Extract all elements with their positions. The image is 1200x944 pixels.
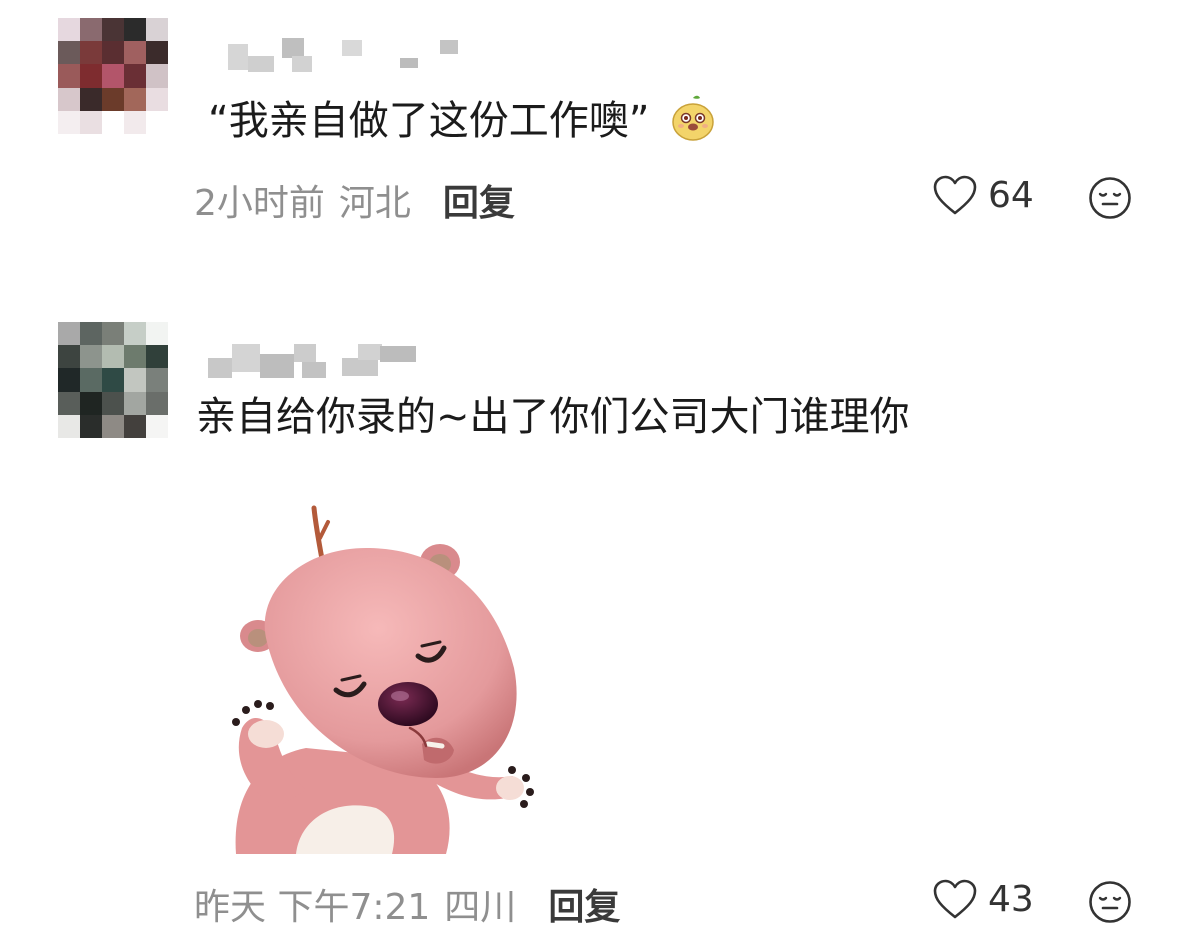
meh-face-icon[interactable] <box>1088 880 1132 924</box>
like-button[interactable]: 64 <box>932 174 1034 216</box>
avatar-pixel <box>124 18 146 42</box>
avatar-pixel <box>102 368 124 392</box>
avatar-pixel <box>146 391 168 415</box>
username-blurred[interactable] <box>208 34 468 74</box>
comment-location: 四川 <box>444 887 517 928</box>
pink-beaver-sticker-icon <box>232 505 534 854</box>
avatar-pixel <box>146 414 168 438</box>
yellow-pear-face-emoji-icon <box>672 95 715 141</box>
avatar-pixel <box>146 110 168 134</box>
meh-face-icon[interactable] <box>1088 176 1132 220</box>
avatar-pixel <box>58 322 80 346</box>
comment-location: 河北 <box>338 183 411 224</box>
avatar-pixel <box>58 87 80 111</box>
avatar-pixel <box>80 87 102 111</box>
comment-text: 亲自给你录的~出了你们公司大门谁理你 <box>196 394 910 440</box>
avatar-pixel <box>58 18 80 42</box>
avatar-pixel <box>146 322 168 346</box>
username-blurred[interactable] <box>208 340 468 380</box>
avatar-pixel <box>124 110 146 134</box>
avatar-pixel <box>58 110 80 134</box>
comment-time: 2小时前 <box>194 183 325 224</box>
avatar-pixel <box>146 368 168 392</box>
avatar-pixel <box>58 414 80 438</box>
avatar-pixel <box>58 368 80 392</box>
avatar-pixel <box>80 64 102 88</box>
avatar-pixel <box>102 87 124 111</box>
avatar-pixel <box>80 18 102 42</box>
avatar-pixel <box>124 368 146 392</box>
comment-time: 昨天 下午7:21 <box>194 887 431 928</box>
avatar[interactable] <box>58 18 168 134</box>
comment-text-body: “我亲自做了这份工作噢” <box>208 98 650 144</box>
avatar-pixel <box>124 322 146 346</box>
avatar-pixel <box>58 41 80 65</box>
like-count: 64 <box>988 174 1034 216</box>
avatar-pixel <box>58 64 80 88</box>
avatar-pixel <box>80 322 102 346</box>
avatar-pixel <box>124 414 146 438</box>
comment-meta: 2小时前 河北 回复 <box>194 174 515 226</box>
avatar-pixel <box>102 41 124 65</box>
avatar-pixel <box>102 18 124 42</box>
avatar-pixel <box>80 41 102 65</box>
avatar-pixel <box>80 345 102 369</box>
avatar-pixel <box>102 414 124 438</box>
comment-meta: 昨天 下午7:21 四川 回复 <box>194 878 620 930</box>
avatar-pixel <box>102 64 124 88</box>
avatar-pixel <box>80 391 102 415</box>
like-count: 43 <box>988 878 1034 920</box>
comment-text: “我亲自做了这份工作噢” <box>208 94 717 146</box>
avatar-pixel <box>102 345 124 369</box>
avatar-pixel <box>124 41 146 65</box>
reply-button[interactable]: 回复 <box>548 878 620 930</box>
avatar-pixel <box>146 18 168 42</box>
comment-sticker-image[interactable] <box>196 478 576 854</box>
avatar[interactable] <box>58 322 168 438</box>
like-button[interactable]: 43 <box>932 878 1034 920</box>
avatar-pixel <box>58 391 80 415</box>
avatar-pixel <box>146 345 168 369</box>
comment-item: “我亲自做了这份工作噢” 2小时前 河北 回复 64 <box>0 0 1200 250</box>
avatar-pixel <box>124 87 146 111</box>
avatar-pixel <box>102 322 124 346</box>
avatar-pixel <box>80 414 102 438</box>
avatar-pixel <box>124 345 146 369</box>
reply-button[interactable]: 回复 <box>443 174 515 226</box>
avatar-pixel <box>146 87 168 111</box>
avatar-pixel <box>80 368 102 392</box>
avatar-pixel <box>102 391 124 415</box>
avatar-pixel <box>80 110 102 134</box>
avatar-pixel <box>124 64 146 88</box>
avatar-pixel <box>58 345 80 369</box>
heart-outline-icon <box>933 175 977 215</box>
avatar-pixel <box>146 64 168 88</box>
heart-outline-icon <box>933 879 977 919</box>
avatar-pixel <box>146 41 168 65</box>
comment-item: 亲自给你录的~出了你们公司大门谁理你 昨天 下午7:21 四川 回复 43 <box>0 300 1200 944</box>
avatar-pixel <box>124 391 146 415</box>
avatar-pixel <box>102 110 124 134</box>
